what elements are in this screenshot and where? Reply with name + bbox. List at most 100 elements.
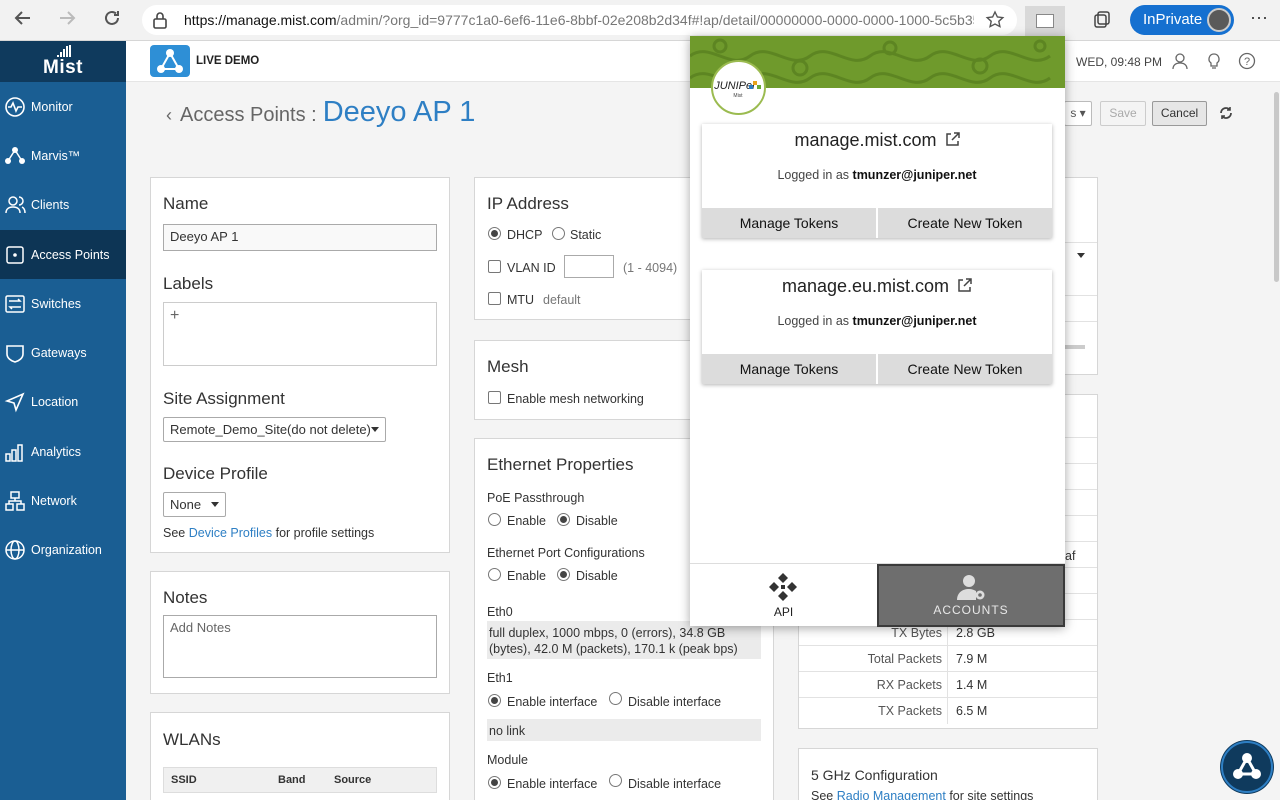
labels-field[interactable]: + — [163, 302, 437, 366]
collections-icon[interactable] — [1092, 10, 1112, 33]
wlans-card: WLANs SSID Band Source — [150, 712, 450, 800]
eth1-enable-radio[interactable] — [488, 694, 501, 707]
site-assignment-select[interactable]: Remote_Demo_Site(do not delete) — [163, 417, 386, 442]
poe-enable-radio[interactable] — [488, 513, 501, 526]
ethernet-properties-label: Ethernet Properties — [487, 455, 634, 474]
save-button[interactable]: Save — [1100, 101, 1146, 126]
organization-icon — [5, 540, 25, 561]
mist-logo[interactable]: Mist — [0, 41, 126, 82]
external-link-icon[interactable] — [957, 277, 972, 298]
tab-api[interactable]: API — [690, 564, 877, 627]
tab-accounts[interactable]: ACCOUNTS — [877, 564, 1065, 627]
sidebar-item-clients[interactable]: Clients — [0, 181, 126, 230]
column-ssid[interactable]: SSID — [171, 774, 197, 786]
help-icon[interactable]: ? — [1238, 52, 1256, 73]
stat-row-tx-packets: TX Packets 6.5 M — [799, 697, 1097, 724]
svg-text:Mist: Mist — [733, 93, 743, 99]
notes-textarea[interactable]: Add Notes — [163, 615, 437, 678]
device-profile-select[interactable]: None — [163, 492, 226, 517]
enable-mesh-checkbox[interactable] — [488, 391, 501, 404]
sidebar-item-location[interactable]: Location — [0, 378, 126, 427]
radio-config-card: 5 GHz Configuration See Radio Management… — [798, 748, 1098, 800]
sidebar-item-monitor[interactable]: Monitor — [0, 82, 126, 131]
column-band[interactable]: Band — [278, 774, 306, 786]
port-disable-radio[interactable] — [557, 568, 570, 581]
access-point-icon — [6, 245, 24, 264]
refresh-page-icon[interactable] — [1218, 105, 1234, 124]
monitor-icon — [5, 96, 25, 117]
breadcrumb: ‹ Access Points : Deeyo AP 1 — [166, 96, 475, 129]
sidebar-item-switches[interactable]: Switches — [0, 279, 126, 328]
external-link-icon[interactable] — [945, 131, 960, 152]
browser-toolbar: https://manage.mist.com/admin/?org_id=97… — [0, 0, 1280, 41]
sidebar-item-marvis[interactable]: Marvis™ — [0, 131, 126, 180]
device-profile-help: See Device Profiles for profile settings — [163, 526, 375, 540]
marvis-chat-icon[interactable] — [1220, 740, 1274, 794]
breadcrumb-parent[interactable]: Access Points : — [180, 104, 317, 126]
clients-icon — [5, 196, 26, 214]
cancel-button[interactable]: Cancel — [1152, 101, 1207, 126]
favorite-star-icon[interactable] — [985, 10, 1005, 33]
wlans-label: WLANs — [163, 730, 221, 749]
device-profile-label: Device Profile — [163, 464, 268, 483]
user-icon[interactable] — [1171, 52, 1189, 73]
logged-in-text: Logged in as tmunzer@juniper.net — [777, 168, 977, 182]
eth1-disable-radio[interactable] — [609, 692, 622, 705]
mtu-checkbox[interactable] — [488, 292, 501, 305]
lightbulb-icon[interactable] — [1205, 52, 1223, 73]
address-bar[interactable]: https://manage.mist.com/admin/?org_id=97… — [142, 5, 1017, 35]
module-disable-radio[interactable] — [609, 774, 622, 787]
popup-tabs: API ACCOUNTS — [690, 563, 1065, 627]
port-enable-radio[interactable] — [488, 568, 501, 581]
api-icon — [769, 573, 797, 601]
refresh-icon[interactable] — [99, 8, 125, 34]
account-card: manage.eu.mist.com Logged in as tmunzer@… — [702, 270, 1052, 384]
page-scrollbar[interactable] — [1273, 82, 1280, 800]
site-assignment-label: Site Assignment — [163, 389, 285, 408]
sidebar-item-network[interactable]: Network — [0, 476, 126, 525]
labels-label: Labels — [163, 274, 214, 293]
name-input[interactable]: Deeyo AP 1 — [163, 224, 437, 251]
stat-row-rx-packets: RX Packets 1.4 M — [799, 671, 1097, 698]
notes-card: Notes Add Notes — [150, 571, 450, 694]
accounts-icon — [957, 575, 985, 600]
chevron-left-icon[interactable]: ‹ — [166, 105, 172, 125]
eth1-status: no link — [487, 719, 761, 741]
inprivate-button[interactable]: InPrivate — [1130, 5, 1234, 35]
juniper-logo: JUNIPer Mist — [711, 60, 766, 115]
url-text: https://manage.mist.com/admin/?org_id=97… — [184, 12, 974, 28]
more-menu-icon[interactable]: ⋯ — [1250, 8, 1269, 29]
account-domain: manage.eu.mist.com — [781, 276, 950, 296]
switches-icon — [5, 295, 25, 313]
sidebar-item-organization[interactable]: Organization — [0, 526, 126, 575]
extension-popup: JUNIPer Mist manage.mist.com Logged in as… — [690, 36, 1065, 627]
create-new-token-button[interactable]: Create New Token — [878, 354, 1052, 384]
sidebar-item-gateways[interactable]: Gateways — [0, 328, 126, 377]
sidebar-item-analytics[interactable]: Analytics — [0, 427, 126, 476]
add-label-icon[interactable]: + — [170, 307, 179, 324]
manage-tokens-button[interactable]: Manage Tokens — [702, 208, 876, 238]
logged-in-text: Logged in as tmunzer@juniper.net — [777, 314, 977, 328]
name-label: Name — [163, 194, 209, 213]
forward-icon[interactable] — [54, 8, 80, 34]
account-domain: manage.mist.com — [794, 130, 937, 150]
radio-config-help: See Radio Management for site settings — [811, 789, 1033, 800]
back-icon[interactable] — [10, 8, 36, 34]
sidebar-item-access-points[interactable]: Access Points — [0, 229, 126, 280]
radio-management-link[interactable]: Radio Management — [837, 789, 946, 800]
vlan-id-input[interactable] — [564, 255, 614, 278]
extension-icon[interactable] — [1025, 6, 1065, 36]
static-radio[interactable] — [552, 227, 565, 240]
sidebar: Mist Monitor Marvis™ Clients Access Poin… — [0, 41, 126, 800]
vlan-id-checkbox[interactable] — [488, 260, 501, 273]
utilities-dropdown[interactable]: s ▾ — [1064, 101, 1092, 126]
svg-text:?: ? — [1244, 56, 1250, 68]
site-switcher-icon[interactable] — [150, 45, 190, 77]
device-profiles-link[interactable]: Device Profiles — [189, 526, 272, 540]
column-source[interactable]: Source — [334, 774, 371, 786]
poe-disable-radio[interactable] — [557, 513, 570, 526]
create-new-token-button[interactable]: Create New Token — [878, 208, 1052, 238]
manage-tokens-button[interactable]: Manage Tokens — [702, 354, 876, 384]
module-enable-radio[interactable] — [488, 776, 501, 789]
dhcp-radio[interactable] — [488, 227, 501, 240]
